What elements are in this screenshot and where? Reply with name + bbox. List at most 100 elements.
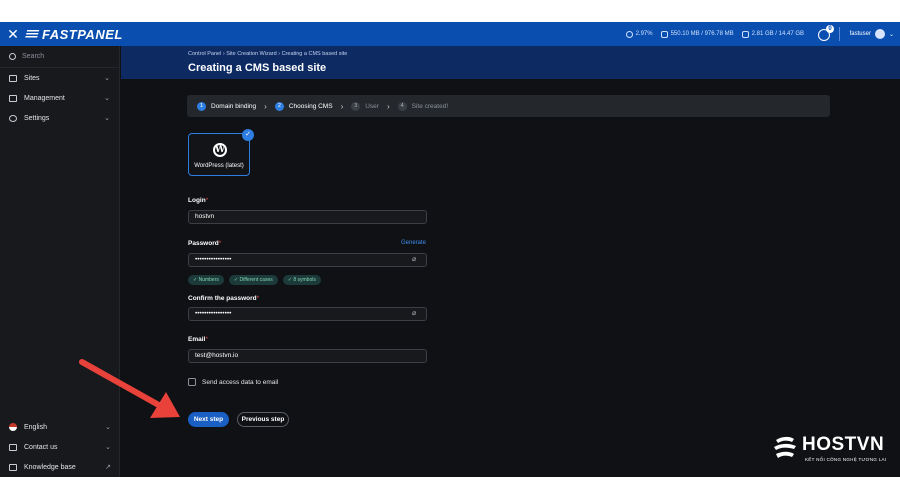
login-label-text: Login xyxy=(188,197,206,204)
chevron-right-icon: › xyxy=(386,101,390,111)
topbar-divider xyxy=(839,27,840,41)
external-link-icon: ↗ xyxy=(105,464,111,471)
page-title: Creating a CMS based site xyxy=(188,62,327,74)
cpu-stat: 2.97% xyxy=(625,30,653,38)
sidebar-item-knowledge-base[interactable]: Knowledge base ↗ xyxy=(0,457,120,477)
requirement-chip: ✓ Different cases xyxy=(228,275,278,285)
cms-option-wordpress[interactable]: W WordPress (latest) ✓ xyxy=(188,129,254,176)
chevron-down-icon: ⌄ xyxy=(105,444,111,451)
annotation-arrow-icon xyxy=(79,359,180,418)
logo-bars-icon xyxy=(24,29,40,39)
chevron-down-icon: ⌄ xyxy=(104,75,110,82)
next-step-button[interactable]: Next step xyxy=(188,412,229,427)
user-menu[interactable]: fastuser ⌄ xyxy=(850,22,894,46)
sidebar-item-settings[interactable]: Settings ⌄ xyxy=(0,108,119,128)
app-screen: ✕ FASTPANEL 2.97% 550.10 MB / 976.78 MB … xyxy=(0,22,900,477)
email-value: test@hostvn.io xyxy=(195,352,239,359)
brand-name: FASTPANEL xyxy=(42,26,123,42)
disk-value: 2.81 GB / 14.47 GB xyxy=(751,31,804,37)
send-access-checkbox[interactable] xyxy=(188,378,196,386)
sliders-icon xyxy=(9,94,17,102)
watermark-brand: HOSTVN xyxy=(802,434,885,455)
confirm-password-label: Confirm the password* xyxy=(188,295,259,302)
ram-value: 550.10 MB / 976.78 MB xyxy=(670,31,734,37)
watermark-tagline: KẾT NỐI CÔNG NGHỆ TƯƠNG LAI xyxy=(805,457,887,462)
sidebar-search[interactable]: Search xyxy=(0,46,119,68)
memory-icon xyxy=(660,30,668,38)
email-label: Email* xyxy=(188,336,208,343)
notifications-button[interactable]: 0 xyxy=(816,25,834,43)
eye-off-icon[interactable]: ⌀ xyxy=(412,256,421,264)
chevron-right-icon: › xyxy=(340,101,344,111)
sites-icon xyxy=(9,74,17,82)
notification-badge: 0 xyxy=(826,25,834,33)
step-number: 1 xyxy=(197,101,206,111)
step-choosing-cms: 2 Choosing CMS xyxy=(274,101,333,111)
chevron-down-icon: ⌄ xyxy=(105,424,111,431)
fastpanel-logo[interactable]: FASTPANEL xyxy=(24,26,123,42)
breadcrumb-control-panel[interactable]: Control Panel xyxy=(188,51,221,57)
chevron-down-icon: ⌄ xyxy=(104,115,110,122)
ram-stat: 550.10 MB / 976.78 MB xyxy=(660,30,734,38)
check-icon: ✓ xyxy=(242,129,254,141)
required-marker: * xyxy=(205,336,208,343)
sidebar-item-contact[interactable]: Contact us ⌄ xyxy=(0,437,120,457)
step-label: Domain binding xyxy=(211,102,257,110)
login-value: hostvn xyxy=(195,213,215,220)
login-input[interactable]: hostvn xyxy=(188,210,427,224)
step-label: Choosing CMS xyxy=(288,102,333,110)
username: fastuser xyxy=(849,31,871,37)
close-icon[interactable]: ✕ xyxy=(0,26,26,43)
hostvn-watermark: HOSTVN KẾT NỐI CÔNG NGHỆ TƯƠNG LAI xyxy=(772,432,892,472)
confirm-password-input[interactable]: •••••••••••••••• ⌀ xyxy=(188,307,427,321)
send-access-row[interactable]: Send access data to email xyxy=(188,378,278,386)
disk-stat: 2.81 GB / 14.47 GB xyxy=(741,30,804,38)
breadcrumb: Control Panel › Site Creation Wizard › C… xyxy=(188,51,347,57)
hostvn-logo-icon xyxy=(774,436,796,458)
login-label: Login* xyxy=(188,197,208,204)
email-input[interactable]: test@hostvn.io xyxy=(188,349,427,363)
resource-stats: 2.97% 550.10 MB / 976.78 MB 2.81 GB / 14… xyxy=(625,22,804,46)
step-domain-binding: 1 Domain binding xyxy=(197,101,257,111)
wordpress-icon: W xyxy=(213,143,227,157)
password-value: •••••••••••••••• xyxy=(195,256,232,263)
gear-icon xyxy=(9,114,17,122)
previous-step-button[interactable]: Previous step xyxy=(237,412,289,427)
chevron-down-icon: ⌄ xyxy=(888,31,894,38)
confirm-value: •••••••••••••••• xyxy=(195,310,232,317)
step-site-created: 4 Site created! xyxy=(397,101,448,111)
search-icon xyxy=(9,53,16,60)
sidebar-item-sites[interactable]: Sites ⌄ xyxy=(0,68,119,88)
cpu-icon xyxy=(625,30,633,38)
flag-icon xyxy=(9,423,17,431)
disk-icon xyxy=(741,30,749,38)
email-label-text: Email xyxy=(188,336,206,343)
chat-icon xyxy=(9,443,17,451)
requirement-text: Numbers xyxy=(198,277,219,283)
required-marker: * xyxy=(218,240,222,247)
sidebar-item-label: English xyxy=(24,423,47,431)
password-input[interactable]: •••••••••••••••• ⌀ xyxy=(188,253,427,267)
sidebar-item-label: Sites xyxy=(24,74,40,82)
breadcrumb-wizard[interactable]: Site Creation Wizard xyxy=(226,51,276,57)
password-label-text: Password xyxy=(188,240,219,247)
cpu-value: 2.97% xyxy=(635,31,653,37)
eye-off-icon[interactable]: ⌀ xyxy=(412,310,421,318)
send-access-label: Send access data to email xyxy=(202,378,279,386)
step-user: 3 User xyxy=(351,101,379,111)
required-marker: * xyxy=(256,295,260,302)
step-number: 3 xyxy=(351,101,361,111)
top-bar: ✕ FASTPANEL 2.97% 550.10 MB / 976.78 MB … xyxy=(0,22,900,46)
breadcrumb-current: Creating a CMS based site xyxy=(281,51,348,57)
chevron-down-icon: ⌄ xyxy=(104,95,110,102)
generate-password-link[interactable]: Generate xyxy=(401,240,426,246)
avatar xyxy=(874,29,885,39)
requirement-text: 8 symbols xyxy=(293,277,316,283)
requirement-chip: ✓ 8 symbols xyxy=(282,275,321,285)
search-placeholder: Search xyxy=(22,53,45,60)
sidebar-item-label: Management xyxy=(24,94,65,102)
sidebar-item-label: Knowledge base xyxy=(24,463,76,471)
sidebar-item-management[interactable]: Management ⌄ xyxy=(0,88,119,108)
cms-label: WordPress (latest) xyxy=(194,163,244,169)
book-icon xyxy=(9,463,17,471)
